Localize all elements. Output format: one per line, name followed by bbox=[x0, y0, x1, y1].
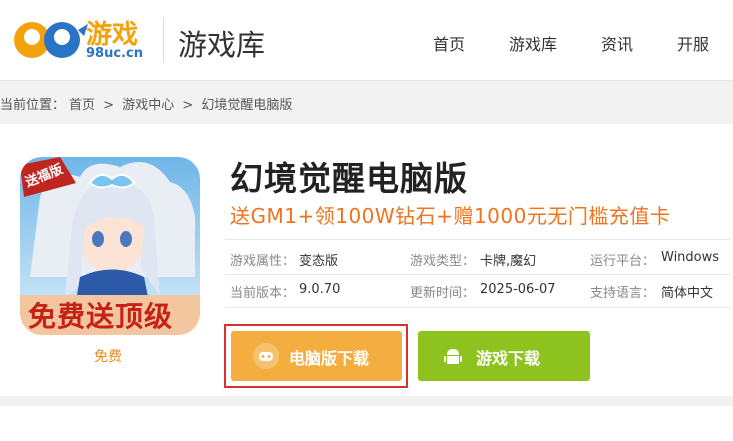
info-label-language: 支持语言： bbox=[590, 286, 656, 301]
game-download-button[interactable]: 游戏下载 bbox=[418, 331, 590, 381]
info-value-language: 简体中文 bbox=[661, 286, 714, 301]
breadcrumb-current: 幻境觉醒电脑版 bbox=[201, 98, 293, 113]
nav-server[interactable]: 开服 bbox=[677, 31, 709, 55]
info-value-attribute: 变态版 bbox=[299, 254, 339, 269]
logo-domain: 98uc.cn bbox=[86, 46, 143, 61]
breadcrumb-home[interactable]: 首页 bbox=[69, 98, 95, 113]
info-value-version: 9.0.70 bbox=[299, 282, 341, 297]
gamepad-icon bbox=[253, 343, 279, 369]
breadcrumb: 当前位置： 首页 > 游戏中心 > 幻境觉醒电脑版 bbox=[0, 94, 296, 113]
info-label-type: 游戏类型： bbox=[410, 254, 476, 269]
site-header: 游戏 98uc.cn 游戏库 首页 游戏库 资讯 开服 bbox=[0, 0, 733, 81]
info-divider-bottom bbox=[225, 307, 730, 308]
icon-banner: 免费送顶级 bbox=[28, 300, 174, 333]
info-divider-middle bbox=[225, 274, 730, 275]
info-label-platform: 运行平台： bbox=[590, 254, 656, 269]
info-value-type: 卡牌,魔幻 bbox=[480, 254, 537, 269]
breadcrumb-game-center[interactable]: 游戏中心 bbox=[122, 98, 174, 113]
info-label-updated: 更新时间： bbox=[410, 286, 476, 301]
game-icon[interactable]: 送福版 免费送顶级 bbox=[20, 157, 200, 335]
next-section bbox=[0, 406, 733, 441]
site-title: 游戏库 bbox=[178, 28, 266, 62]
info-label-attribute: 游戏属性： bbox=[230, 254, 296, 269]
game-download-label: 游戏下载 bbox=[476, 349, 541, 368]
pc-download-label: 电脑版下载 bbox=[289, 349, 370, 368]
breadcrumb-label: 当前位置： bbox=[0, 98, 66, 113]
breadcrumb-separator: > bbox=[182, 98, 194, 113]
android-icon bbox=[440, 343, 466, 369]
promo-text: 送GM1+领100W钻石+赠1000元无门槛充值卡 bbox=[230, 204, 671, 228]
nav-game-library[interactable]: 游戏库 bbox=[509, 31, 557, 55]
price-label: 免费 bbox=[94, 349, 122, 365]
header-divider bbox=[163, 17, 164, 63]
game-title: 幻境觉醒电脑版 bbox=[230, 159, 468, 198]
info-value-updated: 2025-06-07 bbox=[480, 282, 556, 297]
info-divider-top bbox=[225, 239, 730, 240]
nav-news[interactable]: 资讯 bbox=[601, 31, 633, 55]
pc-download-button[interactable]: 电脑版下载 bbox=[231, 331, 402, 381]
info-label-version: 当前版本： bbox=[230, 286, 296, 301]
nav-home[interactable]: 首页 bbox=[433, 31, 465, 55]
breadcrumb-separator: > bbox=[103, 98, 115, 113]
info-value-platform: Windows bbox=[661, 250, 720, 265]
